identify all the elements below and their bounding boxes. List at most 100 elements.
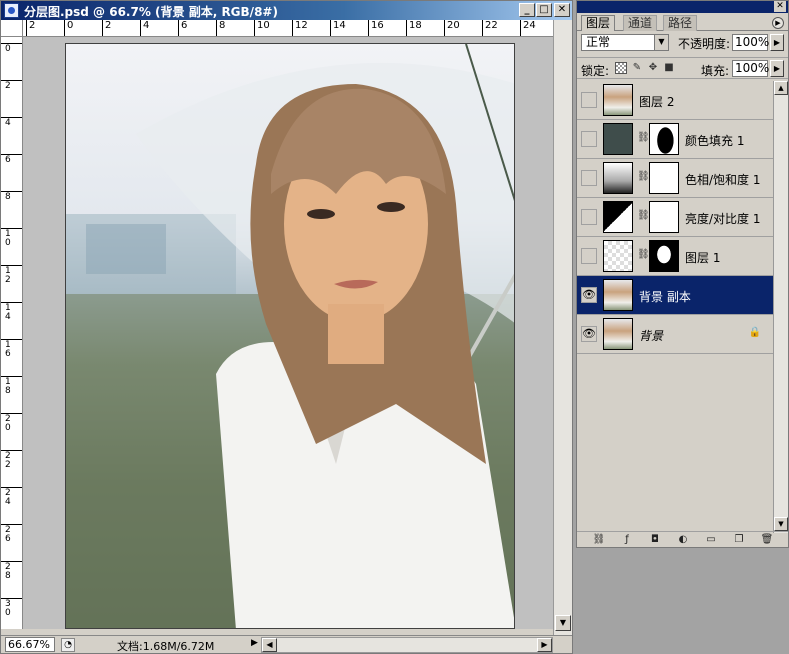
horizontal-scrollbar[interactable]: ◀ ▶ xyxy=(261,637,553,653)
trash-icon[interactable]: 🗑 xyxy=(759,533,775,547)
vertical-ruler[interactable]: 0 2 4 6 8 1 0 1 2 1 4 1 6 1 8 2 0 2 2 2 4 2 6 2 8 3 0 xyxy=(1,37,23,629)
palette-titlebar[interactable]: ✕ xyxy=(577,1,788,13)
photoshop-workspace: 分层图.psd @ 66.7% (背景 副本, RGB/8#) _ □ ✕ 20… xyxy=(0,0,789,654)
mask-link-icon[interactable]: ⛓ xyxy=(637,132,650,143)
visibility-toggle[interactable] xyxy=(581,248,597,264)
layer-name: 亮度/对比度 1 xyxy=(685,212,761,226)
ruler-tick: 12 xyxy=(292,20,308,36)
layer-mask-thumbnail[interactable] xyxy=(649,201,679,233)
canvas-area[interactable] xyxy=(23,37,553,629)
layer-thumbnail[interactable] xyxy=(603,162,633,194)
close-button[interactable]: ✕ xyxy=(554,3,570,17)
minimize-button[interactable]: _ xyxy=(519,3,535,17)
ruler-tick-label: 3 0 xyxy=(5,599,11,618)
scroll-right-arrow[interactable]: ▶ xyxy=(537,638,552,652)
adjustment-icon[interactable]: ◐ xyxy=(675,533,691,547)
layer-row[interactable]: 👁 背景 副本 xyxy=(577,276,773,315)
ruler-tick: 14 xyxy=(330,20,346,36)
document-titlebar[interactable]: 分层图.psd @ 66.7% (背景 副本, RGB/8#) _ □ ✕ xyxy=(1,1,572,20)
status-menu-arrow-icon[interactable]: ▶ xyxy=(251,638,258,648)
layer-row[interactable]: ⛓ 色相/饱和度 1 xyxy=(577,159,773,198)
layer-thumbnail[interactable] xyxy=(603,84,633,116)
status-bar: 66.67% ◔ 文档:1.68M/6.72M ▶ ◀ ▶ xyxy=(1,635,572,653)
layer-row[interactable]: ⛓ 亮度/对比度 1 xyxy=(577,198,773,237)
mask-icon[interactable]: ◘ xyxy=(647,533,663,547)
layer-thumbnail[interactable] xyxy=(603,279,633,311)
layer-row[interactable]: 图层 2 xyxy=(577,81,773,120)
vertical-scrollbar[interactable]: ▼ xyxy=(553,20,572,635)
chevron-down-icon[interactable]: ▼ xyxy=(654,35,668,50)
layer-row[interactable]: ⛓ 颜色填充 1 xyxy=(577,120,773,159)
ruler-tick: 24 xyxy=(520,20,536,36)
layer-row[interactable]: ⛓ 图层 1 xyxy=(577,237,773,276)
layer-name: 图层 2 xyxy=(639,95,675,109)
ruler-tick-label: 22 xyxy=(485,20,498,31)
ruler-tick-label: 2 0 xyxy=(5,414,11,433)
palette-footer: ⛓ ƒ ◘ ◐ ▭ ❐ 🗑 xyxy=(577,531,788,547)
palette-menu-icon[interactable]: ▶ xyxy=(772,17,784,29)
layer-list-scrollbar[interactable]: ▲ ▼ xyxy=(773,81,788,533)
opacity-slider-arrow[interactable]: ▶ xyxy=(770,34,784,51)
visibility-toggle[interactable] xyxy=(581,92,597,108)
link-icon[interactable]: ⛓ xyxy=(591,533,607,547)
fill-slider-arrow[interactable]: ▶ xyxy=(770,60,784,77)
layer-thumbnail[interactable] xyxy=(603,201,633,233)
ruler-tick: 0 xyxy=(1,43,22,80)
visibility-toggle[interactable] xyxy=(581,131,597,147)
blend-mode-select[interactable]: 正常 ▼ xyxy=(581,34,669,51)
new-layer-icon[interactable]: ❐ xyxy=(731,533,747,547)
lock-all-icon[interactable]: ■ xyxy=(663,62,675,74)
layer-name: 背景 xyxy=(639,329,664,343)
canvas-photo[interactable] xyxy=(65,43,515,629)
ruler-tick: 0 xyxy=(64,20,73,36)
ruler-tick-label: 4 xyxy=(5,118,11,128)
layer-mask-thumbnail[interactable] xyxy=(649,240,679,272)
ruler-tick: 1 6 xyxy=(1,339,22,376)
palette-tabs: 图层 通道 路径 ▶ xyxy=(577,13,788,31)
layer-style-icon[interactable]: ƒ xyxy=(619,533,635,547)
layer-row[interactable]: 👁 背景 🔒 xyxy=(577,315,773,354)
tab-paths[interactable]: 路径 xyxy=(663,15,698,31)
eye-icon[interactable]: 👁 xyxy=(581,287,597,303)
scroll-down-arrow[interactable]: ▼ xyxy=(774,517,788,531)
ruler-tick: 2 8 xyxy=(1,561,22,598)
ruler-tick: 2 4 xyxy=(1,487,22,524)
opacity-field[interactable]: 100% xyxy=(732,34,769,51)
layer-name: 色相/饱和度 1 xyxy=(685,173,761,187)
mask-link-icon[interactable]: ⛓ xyxy=(637,210,650,221)
ruler-tick-label: 16 xyxy=(371,20,384,31)
layer-thumbnail[interactable] xyxy=(603,123,633,155)
palette-close-button[interactable]: ✕ xyxy=(774,1,786,12)
ruler-tick-label: 14 xyxy=(333,20,346,31)
status-info-icon[interactable]: ◔ xyxy=(61,638,75,652)
horizontal-ruler[interactable]: 2 0 2 4 6 8 10 12 14 16 18 20 22 24 xyxy=(23,20,553,37)
scroll-up-arrow[interactable]: ▲ xyxy=(774,81,788,95)
layer-name: 图层 1 xyxy=(685,251,721,265)
scroll-left-arrow[interactable]: ◀ xyxy=(262,638,277,652)
tab-layers[interactable]: 图层 xyxy=(581,15,616,31)
eye-icon[interactable]: 👁 xyxy=(581,326,597,342)
lock-move-icon[interactable]: ✥ xyxy=(647,62,659,74)
layer-mask-thumbnail[interactable] xyxy=(649,162,679,194)
layer-mask-thumbnail[interactable] xyxy=(649,123,679,155)
lock-brush-icon[interactable]: ✎ xyxy=(631,62,643,74)
fill-label: 填充: xyxy=(701,64,730,78)
maximize-button[interactable]: □ xyxy=(536,3,552,17)
zoom-field[interactable]: 66.67% xyxy=(5,637,55,652)
group-icon[interactable]: ▭ xyxy=(703,533,719,547)
lock-transparent-icon[interactable] xyxy=(615,62,627,74)
fill-field[interactable]: 100% xyxy=(732,60,769,77)
layer-thumbnail[interactable] xyxy=(603,318,633,350)
visibility-toggle[interactable] xyxy=(581,170,597,186)
layer-thumbnail[interactable] xyxy=(603,240,633,272)
ruler-tick-label: 2 4 xyxy=(5,488,11,507)
visibility-toggle[interactable] xyxy=(581,209,597,225)
mask-link-icon[interactable]: ⛓ xyxy=(637,249,650,260)
mask-link-icon[interactable]: ⛓ xyxy=(637,171,650,182)
tab-channels[interactable]: 通道 xyxy=(623,15,658,31)
ruler-tick-label: 18 xyxy=(409,20,422,31)
photoshop-document-icon xyxy=(4,3,19,18)
scroll-down-arrow[interactable]: ▼ xyxy=(555,615,571,631)
ruler-tick: 16 xyxy=(368,20,384,36)
ruler-origin[interactable] xyxy=(1,20,23,37)
